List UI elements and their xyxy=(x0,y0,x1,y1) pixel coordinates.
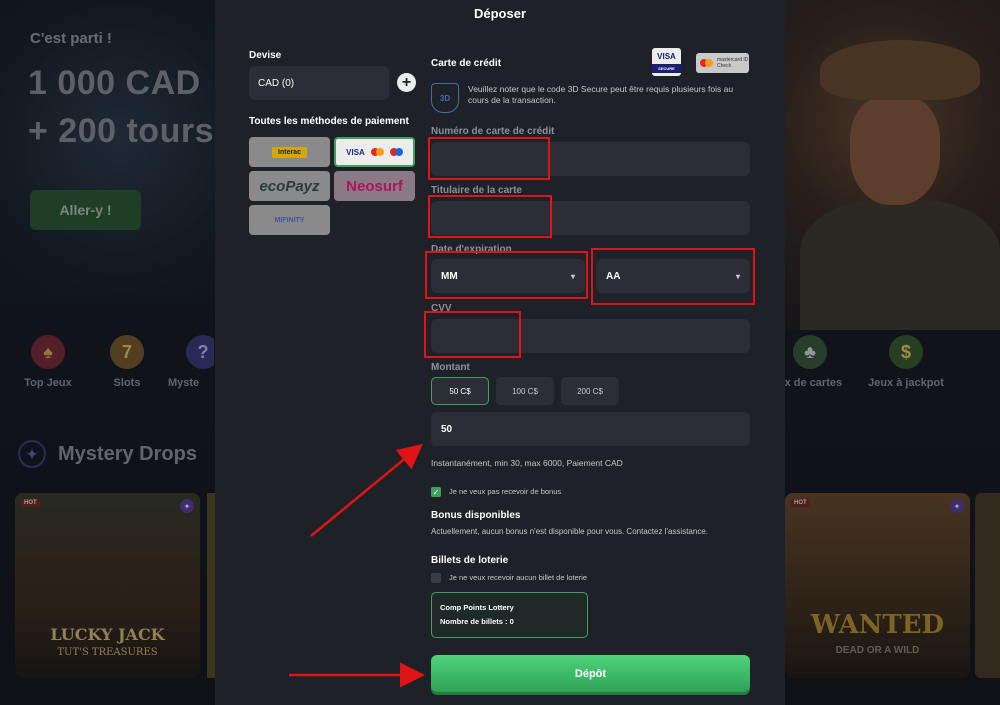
month-placeholder: MM xyxy=(441,270,458,282)
payment-methods-label: Toutes les méthodes de paiement xyxy=(249,116,409,127)
visa-logo: VISA xyxy=(346,147,365,157)
currency-label: Devise xyxy=(249,50,282,61)
amount-option-200[interactable]: 200 C$ xyxy=(561,377,619,405)
modal-title: Déposer xyxy=(473,6,527,21)
lottery-ticket-count: Nombre de billets : 0 xyxy=(440,616,514,626)
payment-method-interac[interactable]: Interac xyxy=(249,137,330,167)
no-lottery-label: Je ne veux recevoir aucun billet de lote… xyxy=(449,573,587,582)
card-number-input[interactable] xyxy=(431,142,750,176)
cvv-label: CVV xyxy=(431,303,452,314)
amount-label: Montant xyxy=(431,362,470,373)
cardholder-label: Titulaire de la carte xyxy=(431,185,522,196)
add-currency-icon[interactable]: + xyxy=(397,73,416,92)
no-bonus-checkbox[interactable]: ✓ xyxy=(431,487,441,497)
visa-badge-text: VISA xyxy=(657,52,676,61)
card-number-label: Numéro de carte de crédit xyxy=(431,126,555,137)
payment-method-neosurf[interactable]: Neosurf xyxy=(334,171,415,201)
deposit-button[interactable]: Dépôt xyxy=(431,655,750,692)
lottery-title: Billets de loterie xyxy=(431,555,509,566)
expiry-month-select[interactable]: MM ▾ xyxy=(431,259,585,293)
3d-secure-note: Veuillez noter que le code 3D Secure peu… xyxy=(468,84,734,106)
maestro-icon xyxy=(389,148,403,156)
payment-method-ecopayz[interactable]: ecoPayz xyxy=(249,171,330,201)
mastercard-icon xyxy=(370,148,384,156)
mastercard-icon xyxy=(700,59,713,67)
payment-method-mifinity[interactable]: MIFINITY xyxy=(249,205,330,235)
3d-secure-icon: 3D xyxy=(431,83,459,113)
mc-badge-text: mastercard ID Check xyxy=(717,57,749,69)
currency-select[interactable]: CAD (0) xyxy=(249,66,389,100)
payment-method-card[interactable]: VISA xyxy=(334,137,415,167)
interac-logo: Interac xyxy=(272,146,307,158)
visa-badge-sub: SECURE xyxy=(652,64,681,73)
card-section-title: Carte de crédit xyxy=(431,58,502,69)
amount-option-50[interactable]: 50 C$ xyxy=(431,377,489,405)
bonus-text: Actuellement, aucun bonus n'est disponib… xyxy=(431,527,708,536)
mastercard-id-check-badge: mastercard ID Check xyxy=(696,53,749,73)
cardholder-input[interactable] xyxy=(431,201,750,235)
amount-value: 50 xyxy=(441,423,453,435)
amount-input[interactable]: 50 xyxy=(431,412,750,446)
cvv-input[interactable] xyxy=(431,319,750,353)
currency-value: CAD (0) xyxy=(258,77,295,89)
lottery-card-title: Comp Points Lottery xyxy=(440,603,514,612)
bonus-title: Bonus disponibles xyxy=(431,510,521,521)
no-bonus-label: Je ne veux pas recevoir de bonus xyxy=(449,487,562,496)
deposit-limits-info: Instantanément, min 30, max 6000, Paieme… xyxy=(431,458,623,468)
lottery-card[interactable]: Comp Points Lottery Nombre de billets : … xyxy=(431,592,588,638)
no-lottery-checkbox[interactable] xyxy=(431,573,441,583)
expiry-label: Date d'expiration xyxy=(431,244,512,255)
chevron-down-icon: ▾ xyxy=(570,271,575,281)
amount-option-100[interactable]: 100 C$ xyxy=(496,377,554,405)
visa-secure-badge: VISA SECURE xyxy=(652,48,681,76)
year-placeholder: AA xyxy=(606,270,621,282)
chevron-down-icon: ▾ xyxy=(735,271,740,281)
expiry-year-select[interactable]: AA ▾ xyxy=(596,259,750,293)
deposit-modal: Déposer Devise CAD (0) + Toutes les méth… xyxy=(215,0,785,705)
